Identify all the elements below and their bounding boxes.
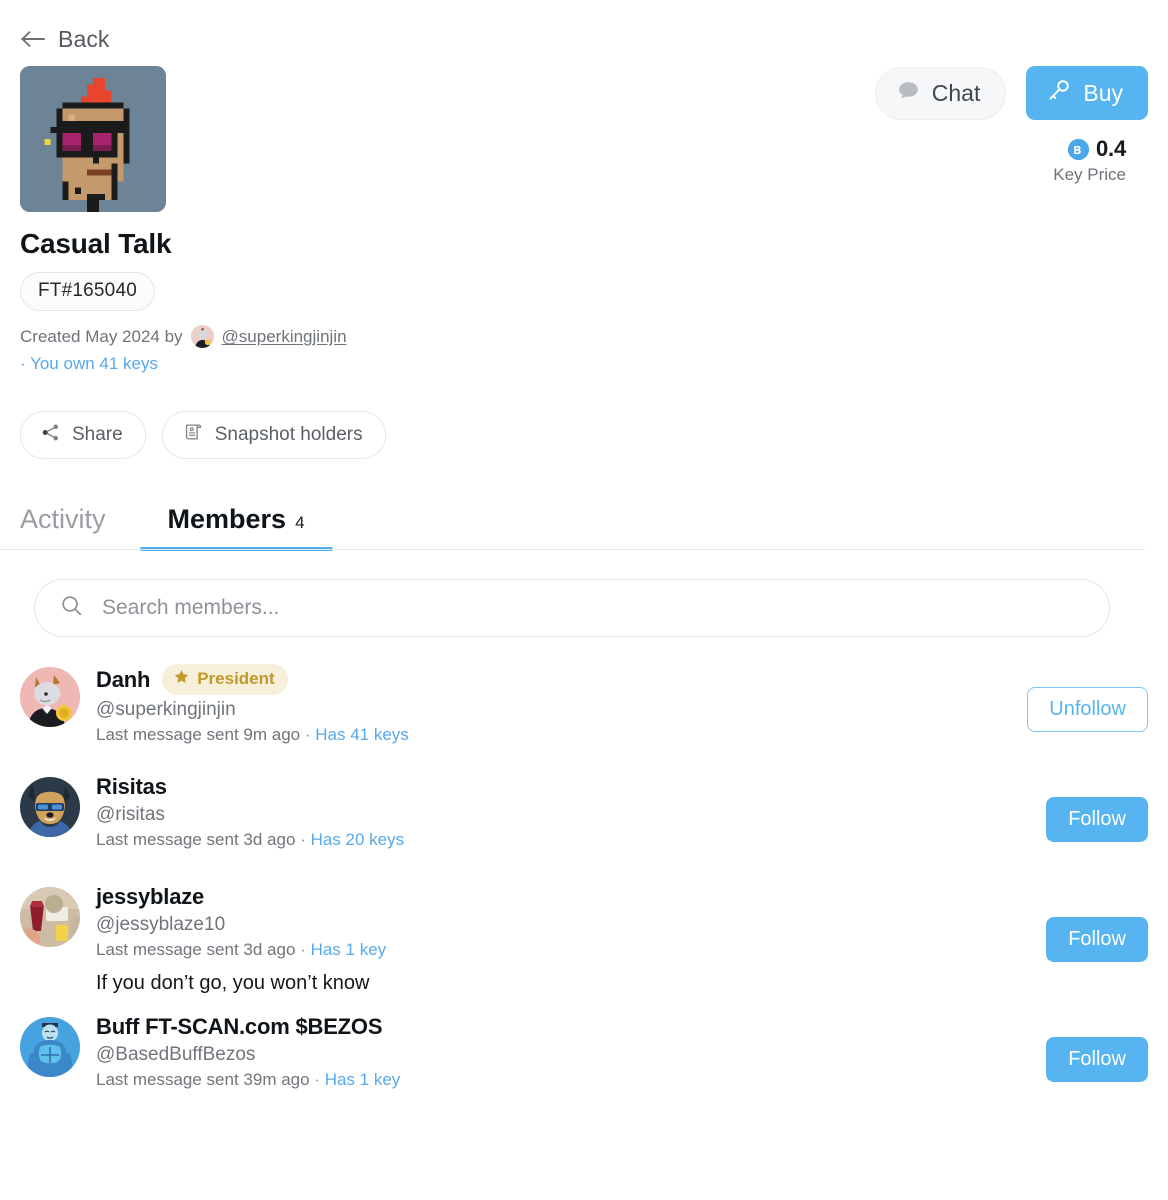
member-meta: Last message sent 3d ago · Has 20 keys — [96, 830, 1018, 850]
drinks-photo-avatar — [20, 887, 80, 948]
member-last-message: Last message sent 9m ago — [96, 725, 301, 745]
member-info: Risitas @risitas Last message sent 3d ag… — [96, 773, 1018, 850]
member-handle: @jessyblaze10 — [96, 914, 226, 936]
created-line: Created May 2024 by @superkingjinjin — [20, 325, 1148, 348]
star-icon — [173, 668, 190, 690]
tabs-divider — [0, 549, 1145, 551]
key-icon — [1046, 77, 1072, 109]
search-box[interactable] — [34, 579, 1110, 638]
member-row[interactable]: Buff FT-SCAN.com $BEZOS @BasedBuffBezos … — [0, 1013, 1168, 1105]
member-action: Follow — [1046, 796, 1148, 842]
coin-icon — [1068, 138, 1090, 160]
buy-label: Buy — [1083, 79, 1123, 106]
member-action: Follow — [1046, 1036, 1148, 1082]
follow-button[interactable]: Follow — [1046, 796, 1148, 842]
member-keys: Has 1 key — [310, 940, 387, 960]
tab-members-count: 4 — [295, 513, 305, 533]
member-nameline: Danh President — [96, 664, 999, 696]
share-button[interactable]: Share — [20, 411, 146, 460]
member-name: Danh — [96, 666, 151, 692]
page-title: Casual Talk — [20, 228, 172, 259]
members-list: Danh President @superkingjinjin Last mes… — [0, 637, 1168, 1105]
status-badge: President — [162, 664, 288, 696]
snapshot-holders-label: Snapshot holders — [214, 424, 363, 446]
unfollow-button[interactable]: Unfollow — [1027, 686, 1148, 732]
member-info: Buff FT-SCAN.com $BEZOS @BasedBuffBezos … — [96, 1013, 1018, 1090]
back-label: Back — [58, 25, 110, 52]
tab-activity[interactable]: Activity — [20, 504, 140, 551]
member-meta: Last message sent 39m ago · Has 1 key — [96, 1070, 1018, 1090]
primary-action-row: Chat Buy — [874, 66, 1148, 120]
member-nameline: jessyblaze — [96, 884, 1018, 910]
tab-members-label: Members — [167, 504, 287, 535]
member-nameline: Risitas — [96, 774, 1018, 800]
member-last-message: Last message sent 3d ago — [96, 940, 296, 960]
scroll-document-icon — [182, 421, 204, 449]
member-action: Follow — [1046, 916, 1148, 962]
meta-separator: · — [314, 1070, 320, 1090]
member-meta: Last message sent 3d ago · Has 1 key — [96, 940, 1018, 960]
meta-separator: · — [300, 940, 306, 960]
ft-id-badge: FT#165040 — [20, 272, 155, 311]
snapshot-holders-button[interactable]: Snapshot holders — [161, 411, 386, 460]
follow-button[interactable]: Follow — [1046, 1036, 1148, 1082]
share-label: Share — [72, 424, 123, 446]
buff-blue-figure-avatar — [20, 1017, 80, 1078]
goat-suit-avatar — [20, 667, 80, 728]
tab-members[interactable]: Members 4 — [139, 504, 333, 552]
member-meta: Last message sent 9m ago · Has 41 keys — [96, 725, 999, 745]
secondary-actions: Share Snapshot holders — [0, 375, 1168, 460]
member-keys: Has 1 key — [324, 1070, 401, 1090]
cryptopunk-avatar — [20, 66, 166, 212]
row-spacer — [0, 995, 1168, 1013]
creator-handle-link[interactable]: @superkingjinjin — [222, 326, 347, 347]
member-message: If you don’t go, you won’t know — [96, 972, 370, 995]
speech-bubble-icon — [896, 78, 921, 109]
search-input[interactable] — [100, 580, 1085, 637]
share-nodes-icon — [40, 422, 61, 449]
member-row[interactable]: jessyblaze @jessyblaze10 Last message se… — [0, 883, 1168, 995]
row-spacer — [0, 755, 1168, 773]
room-header: Casual Talk FT#165040 Created May 2024 b… — [0, 56, 1168, 375]
member-info: Danh President @superkingjinjin Last mes… — [96, 663, 999, 745]
member-last-message: Last message sent 39m ago — [96, 1070, 310, 1090]
search-section — [0, 551, 1168, 638]
search-icon — [59, 593, 84, 623]
owned-keys-label: · You own 41 keys — [20, 354, 158, 373]
member-keys: Has 20 keys — [310, 830, 405, 850]
member-name: Buff FT-SCAN.com $BEZOS — [96, 1014, 383, 1040]
tab-activity-label: Activity — [20, 504, 106, 535]
key-price-value: 0.4 — [1096, 136, 1126, 161]
member-keys: Has 41 keys — [315, 725, 409, 745]
member-action: Unfollow — [1027, 686, 1148, 732]
header-actions: Chat Buy 0.4 Key Price — [874, 66, 1148, 185]
member-name: Risitas — [96, 774, 167, 800]
meta-separator: · — [304, 725, 311, 745]
back-button[interactable]: Back — [0, 0, 1168, 56]
key-price-row: 0.4 — [1068, 136, 1126, 162]
member-handle: @risitas — [96, 804, 165, 826]
status-badge-label: President — [197, 669, 275, 689]
member-last-message: Last message sent 3d ago — [96, 830, 296, 850]
chat-label: Chat — [931, 79, 981, 106]
member-name: jessyblaze — [96, 884, 205, 910]
member-info: jessyblaze @jessyblaze10 Last message se… — [96, 883, 1018, 995]
member-nameline: Buff FT-SCAN.com $BEZOS — [96, 1014, 1018, 1040]
member-handle: @superkingjinjin — [96, 699, 236, 721]
chat-button[interactable]: Chat — [874, 66, 1007, 120]
member-row[interactable]: Danh President @superkingjinjin Last mes… — [0, 663, 1168, 755]
creator-avatar — [190, 325, 214, 348]
created-prefix: Created May 2024 by — [20, 326, 183, 346]
member-row[interactable]: Risitas @risitas Last message sent 3d ag… — [0, 773, 1168, 865]
tabs: Activity Members 4 — [0, 489, 1168, 552]
row-spacer — [0, 865, 1168, 883]
arrow-left-icon — [20, 26, 46, 52]
key-price-caption: Key Price — [1053, 165, 1126, 184]
follow-button[interactable]: Follow — [1046, 916, 1148, 962]
dog-sunglasses-avatar — [20, 777, 80, 838]
member-handle: @BasedBuffBezos — [96, 1044, 256, 1066]
buy-button[interactable]: Buy — [1026, 66, 1148, 120]
tabs-container: Activity Members 4 — [0, 489, 1168, 552]
meta-separator: · — [300, 830, 306, 850]
